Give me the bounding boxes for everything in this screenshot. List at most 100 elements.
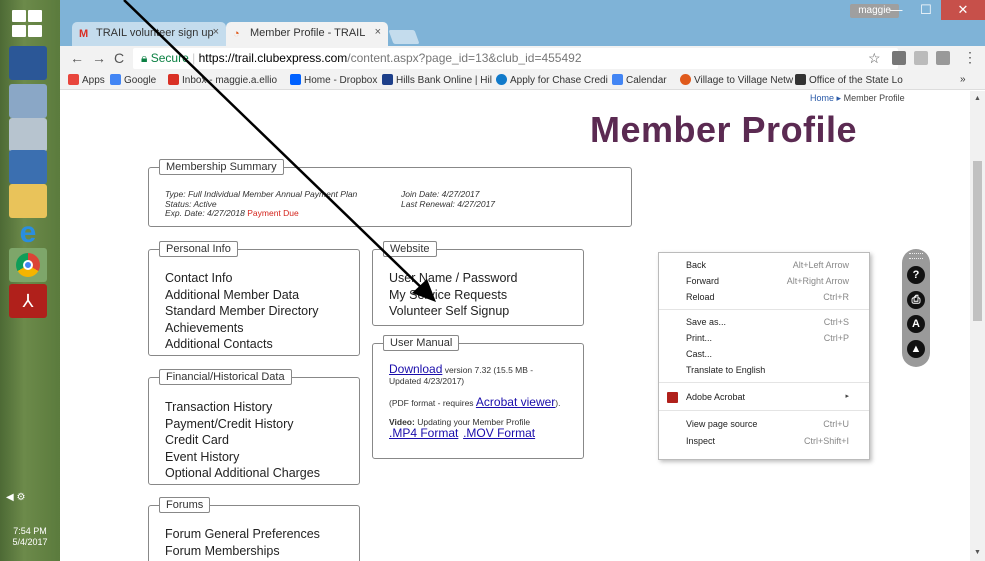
bookmark-inbox[interactable]: Inbox - maggie.a.ellio [168,74,277,86]
bookmark-google[interactable]: Google [110,74,156,86]
word-icon[interactable] [9,46,47,80]
payment-due-link[interactable]: Payment Due [247,208,299,218]
achievements-link[interactable]: Achievements [165,320,319,337]
clock-time: 7:54 PM [13,526,47,536]
membership-dates: Join Date: 4/27/2017 Last Renewal: 4/27/… [401,189,495,209]
ctx-reload[interactable]: Reload Ctrl+R [686,289,859,305]
address-bar[interactable]: 🔒︎ Secure | https://trail.clubexpress.co… [133,48,898,69]
ctx-adobe-acrobat[interactable]: Adobe Acrobat ▸ [667,389,859,405]
website-legend: Website [383,241,437,257]
contact-info-link[interactable]: Contact Info [165,270,319,287]
page-scrollbar[interactable]: ▲ ▼ [970,91,985,561]
mov-format-link[interactable]: .MOV Format [463,426,535,440]
ctx-label: Save as... [686,317,727,327]
remote-desktop-icon[interactable] [9,150,47,184]
bookmark-label: Village to Village Netw [694,75,794,86]
club-icon [680,74,691,85]
ctx-inspect[interactable]: Inspect Ctrl+Shift+I [686,433,859,449]
user-manual-box: User Manual Download version 7.32 (15.5 … [372,335,584,459]
event-history-link[interactable]: Event History [165,449,320,466]
help-icon[interactable]: ? [907,266,925,284]
ctx-view-source[interactable]: View page source Ctrl+U [686,416,859,432]
ctx-shortcut: Alt+Right Arrow [786,276,849,286]
additional-member-data-link[interactable]: Additional Member Data [165,287,319,304]
close-window-button[interactable]: ✕ [941,0,985,20]
scroll-top-icon[interactable]: ▲ [907,340,925,358]
tab-member-profile[interactable]: ◔ Member Profile - TRAIL × [226,22,388,46]
standard-member-directory-link[interactable]: Standard Member Directory [165,303,319,320]
bookmark-dropbox[interactable]: Home - Dropbox [290,74,377,86]
bookmark-star-icon[interactable]: ☆ [868,50,881,67]
chase-icon [496,74,507,85]
transaction-history-link[interactable]: Transaction History [165,399,320,416]
bookmark-hills-bank[interactable]: Hills Bank Online | Hil [382,74,492,86]
gmail-icon [168,74,179,85]
my-service-requests-link[interactable]: My Service Requests [389,287,518,304]
acrobat-icon[interactable]: ⅄ [9,284,47,318]
secure-label: Secure [150,51,189,65]
membership-exp-date: Exp. Date: 4/27/2018 Payment Due [165,208,357,219]
ctx-save-as[interactable]: Save as... Ctrl+S [686,314,859,330]
chrome-menu-icon[interactable]: ⋮ [963,49,977,66]
username-password-link[interactable]: User Name / Password [389,270,518,287]
ctx-forward[interactable]: Forward Alt+Right Arrow [686,273,859,289]
tab-gmail[interactable]: M TRAIL volunteer sign up × [72,22,226,46]
maximize-button[interactable]: ☐ [911,0,941,20]
minimize-button[interactable]: — [881,0,911,20]
ctx-label: View page source [686,419,758,429]
bookmark-label: Hills Bank Online | Hil [396,75,492,86]
acrobat-viewer-link[interactable]: Acrobat viewer [476,395,555,409]
scroll-down-icon[interactable]: ▼ [974,549,981,556]
bookmark-calendar[interactable]: Calendar [612,74,667,86]
website-links: User Name / Password My Service Requests… [389,270,518,320]
system-clock[interactable]: 7:54 PM 5/4/2017 [0,526,60,548]
mp4-format-link[interactable]: .MP4 Format [389,426,458,440]
bookmarks-more-button[interactable]: » [960,74,966,85]
bookmark-village[interactable]: Village to Village Netw [680,74,793,86]
extension-icon[interactable] [936,51,950,65]
calculator-icon[interactable] [9,84,47,118]
reload-icon[interactable]: C [114,50,124,66]
bookmark-state-office[interactable]: Office of the State Lo [795,74,903,86]
panel-grip-icon[interactable] [909,253,923,259]
forward-arrow-icon[interactable]: → [92,50,106,66]
additional-contacts-link[interactable]: Additional Contacts [165,336,319,353]
ctx-cast[interactable]: Cast... [686,346,859,362]
optional-additional-charges-link[interactable]: Optional Additional Charges [165,465,320,482]
windows-start-button[interactable] [10,8,46,40]
internet-explorer-icon[interactable]: e [9,216,47,250]
membership-summary-box: Membership Summary Type: Full Individual… [148,159,632,227]
font-size-icon[interactable]: A [907,315,925,333]
chrome-icon[interactable] [9,248,47,282]
breadcrumb-separator-icon: ▸ [836,93,842,103]
scroll-up-icon[interactable]: ▲ [974,95,981,102]
system-tray[interactable]: ◀ ⚙ [6,492,25,503]
file-explorer-icon[interactable] [9,184,47,218]
payment-credit-history-link[interactable]: Payment/Credit History [165,416,320,433]
ctx-label: Reload [686,292,715,302]
bookmark-apps[interactable]: Apps [68,74,105,86]
ctx-back[interactable]: Back Alt+Left Arrow [686,257,859,273]
ctx-translate[interactable]: Translate to English [686,362,859,378]
breadcrumb-home-link[interactable]: Home [810,93,834,103]
personal-info-box: Personal Info Contact Info Additional Me… [148,241,360,356]
forum-general-preferences-link[interactable]: Forum General Preferences [165,526,320,543]
gmail-icon: M [79,28,89,40]
download-link[interactable]: Download [389,362,442,376]
volunteer-self-signup-link[interactable]: Volunteer Self Signup [389,303,518,320]
new-tab-button[interactable] [388,30,420,44]
forum-memberships-link[interactable]: Forum Memberships [165,543,320,560]
snipping-tool-icon[interactable] [9,118,47,152]
bookmark-chase[interactable]: Apply for Chase Credi [496,74,608,86]
tab-label: Member Profile - TRAIL [250,27,366,39]
extension-icon[interactable] [892,51,906,65]
tab-close-icon[interactable]: × [213,26,219,38]
print-icon[interactable]: ⎙ [907,291,925,309]
scroll-thumb[interactable] [973,161,982,321]
ctx-print[interactable]: Print... Ctrl+P [686,330,859,346]
back-arrow-icon[interactable]: ← [70,50,84,66]
extension-icon[interactable] [914,51,928,65]
tab-close-icon[interactable]: × [375,26,381,38]
dropbox-icon [290,74,301,85]
credit-card-link[interactable]: Credit Card [165,432,320,449]
